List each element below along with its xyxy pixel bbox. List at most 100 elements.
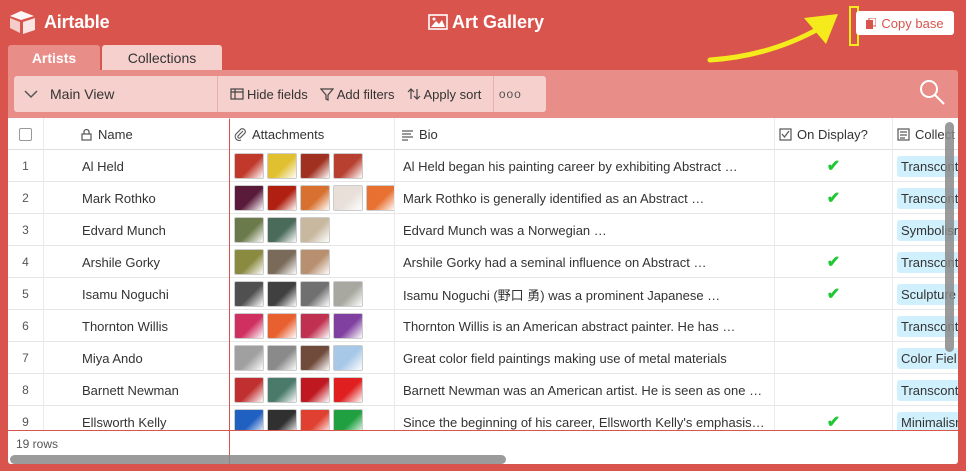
- attachment-thumbnail[interactable]: [300, 345, 330, 371]
- tab-collections[interactable]: Collections: [102, 45, 222, 70]
- cell-attachments[interactable]: [230, 150, 395, 182]
- attachment-thumbnail[interactable]: [300, 313, 330, 339]
- table-row[interactable]: 5 Isamu Noguchi Isamu Noguchi (野口 勇) was a…: [8, 278, 958, 310]
- hide-fields-button[interactable]: Hide fields: [224, 76, 314, 112]
- cell-on-display[interactable]: [775, 342, 893, 374]
- attachment-thumbnail[interactable]: [300, 409, 330, 430]
- attachment-thumbnail[interactable]: [366, 185, 394, 211]
- attachment-thumbnail[interactable]: [300, 153, 330, 179]
- cell-bio[interactable]: Edvard Munch was a Norwegian …: [395, 214, 775, 246]
- cell-name[interactable]: Thornton Willis: [44, 310, 230, 342]
- table-row[interactable]: 1 Al Held Al Held began his painting caree…: [8, 150, 958, 182]
- apply-sort-button[interactable]: Apply sort: [401, 76, 488, 112]
- attachment-thumbnail[interactable]: [267, 153, 297, 179]
- attachment-thumbnail[interactable]: [267, 185, 297, 211]
- attachment-thumbnail[interactable]: [333, 313, 363, 339]
- linked-record-pill[interactable]: Transcont: [897, 379, 958, 401]
- attachment-thumbnail[interactable]: [300, 185, 330, 211]
- attachment-thumbnail[interactable]: [267, 345, 297, 371]
- attachment-thumbnail[interactable]: [333, 409, 363, 430]
- cell-name[interactable]: Isamu Noguchi: [44, 278, 230, 310]
- attachment-thumbnail[interactable]: [333, 377, 363, 403]
- cell-on-display[interactable]: ✔: [775, 406, 893, 430]
- attachment-thumbnail[interactable]: [300, 281, 330, 307]
- column-header-name[interactable]: Name: [44, 118, 230, 150]
- attachment-thumbnail[interactable]: [333, 185, 363, 211]
- cell-on-display[interactable]: ✔: [775, 278, 893, 310]
- cell-attachments[interactable]: [230, 374, 395, 406]
- vertical-scrollbar[interactable]: [945, 122, 954, 352]
- column-header-bio[interactable]: Bio: [395, 118, 775, 150]
- cell-attachments[interactable]: [230, 182, 395, 214]
- cell-bio[interactable]: Barnett Newman was an American artist. H…: [395, 374, 775, 406]
- airtable-logo[interactable]: Airtable: [8, 8, 110, 36]
- attachment-thumbnail[interactable]: [234, 409, 264, 430]
- cell-attachments[interactable]: [230, 246, 395, 278]
- attachment-thumbnail[interactable]: [234, 313, 264, 339]
- table-row[interactable]: 3 Edvard Munch Edvard Munch was a Norwegia…: [8, 214, 958, 246]
- cell-name[interactable]: Arshile Gorky: [44, 246, 230, 278]
- cell-bio[interactable]: Mark Rothko is generally identified as a…: [395, 182, 775, 214]
- table-row[interactable]: 7 Miya Ando Great color field paintings ma…: [8, 342, 958, 374]
- cell-bio[interactable]: Arshile Gorky had a seminal influence on…: [395, 246, 775, 278]
- attachment-thumbnail[interactable]: [267, 377, 297, 403]
- attachment-thumbnail[interactable]: [234, 185, 264, 211]
- attachment-thumbnail[interactable]: [300, 217, 330, 243]
- horizontal-scrollbar[interactable]: [10, 455, 506, 464]
- cell-bio[interactable]: Al Held began his painting career by exh…: [395, 150, 775, 182]
- attachment-thumbnail[interactable]: [234, 345, 264, 371]
- cell-bio[interactable]: Thornton Willis is an American abstract …: [395, 310, 775, 342]
- attachment-thumbnail[interactable]: [300, 249, 330, 275]
- table-row[interactable]: 8 Barnett Newman Barnett Newman was an Ame…: [8, 374, 958, 406]
- add-filters-button[interactable]: Add filters: [314, 76, 401, 112]
- cell-attachments[interactable]: [230, 406, 395, 430]
- view-switcher[interactable]: Main View: [14, 76, 218, 112]
- cell-attachments[interactable]: [230, 278, 395, 310]
- cell-name[interactable]: Barnett Newman: [44, 374, 230, 406]
- cell-on-display[interactable]: [775, 214, 893, 246]
- cell-attachments[interactable]: [230, 310, 395, 342]
- table-row[interactable]: 2 Mark Rothko Mark Rothko is generally ide…: [8, 182, 958, 214]
- cell-bio[interactable]: Since the beginning of his career, Ellsw…: [395, 406, 775, 430]
- attachment-thumbnail[interactable]: [267, 217, 297, 243]
- attachment-thumbnail[interactable]: [300, 377, 330, 403]
- cell-name[interactable]: Al Held: [44, 150, 230, 182]
- linked-record-pill[interactable]: Minimalisr: [897, 411, 958, 430]
- cell-collection[interactable]: Minimalisr: [893, 406, 958, 430]
- select-all-checkbox[interactable]: [19, 127, 32, 141]
- cell-bio[interactable]: Isamu Noguchi (野口 勇) was a prominent Jap…: [395, 278, 775, 310]
- cell-on-display[interactable]: ✔: [775, 150, 893, 182]
- cell-name[interactable]: Edvard Munch: [44, 214, 230, 246]
- attachment-thumbnail[interactable]: [333, 153, 363, 179]
- attachment-thumbnail[interactable]: [267, 281, 297, 307]
- cell-on-display[interactable]: [775, 310, 893, 342]
- tab-artists[interactable]: Artists: [8, 45, 100, 70]
- attachment-thumbnail[interactable]: [267, 409, 297, 430]
- attachment-thumbnail[interactable]: [267, 249, 297, 275]
- attachment-thumbnail[interactable]: [333, 281, 363, 307]
- attachment-thumbnail[interactable]: [267, 313, 297, 339]
- copy-base-button[interactable]: Copy base: [856, 11, 954, 35]
- attachment-thumbnail[interactable]: [234, 281, 264, 307]
- table-row[interactable]: 9 Ellsworth Kelly Since the beginning of h…: [8, 406, 958, 430]
- search-icon[interactable]: [918, 78, 946, 106]
- column-header-attachments[interactable]: Attachments: [230, 118, 395, 150]
- cell-on-display[interactable]: ✔: [775, 246, 893, 278]
- cell-attachments[interactable]: [230, 342, 395, 374]
- attachment-thumbnail[interactable]: [234, 249, 264, 275]
- cell-name[interactable]: Mark Rothko: [44, 182, 230, 214]
- attachment-thumbnail[interactable]: [234, 377, 264, 403]
- attachment-thumbnail[interactable]: [234, 217, 264, 243]
- table-row[interactable]: 6 Thornton Willis Thornton Willis is an Am…: [8, 310, 958, 342]
- attachment-thumbnail[interactable]: [234, 153, 264, 179]
- more-options-button[interactable]: ooo: [494, 76, 526, 112]
- cell-bio[interactable]: Great color field paintings making use o…: [395, 342, 775, 374]
- cell-attachments[interactable]: [230, 214, 395, 246]
- cell-name[interactable]: Ellsworth Kelly: [44, 406, 230, 430]
- table-row[interactable]: 4 Arshile Gorky Arshile Gorky had a semina…: [8, 246, 958, 278]
- attachment-thumbnail[interactable]: [333, 345, 363, 371]
- cell-on-display[interactable]: ✔: [775, 182, 893, 214]
- column-header-on-display[interactable]: On Display?: [775, 118, 893, 150]
- cell-on-display[interactable]: [775, 374, 893, 406]
- cell-collection[interactable]: Transcont: [893, 374, 958, 406]
